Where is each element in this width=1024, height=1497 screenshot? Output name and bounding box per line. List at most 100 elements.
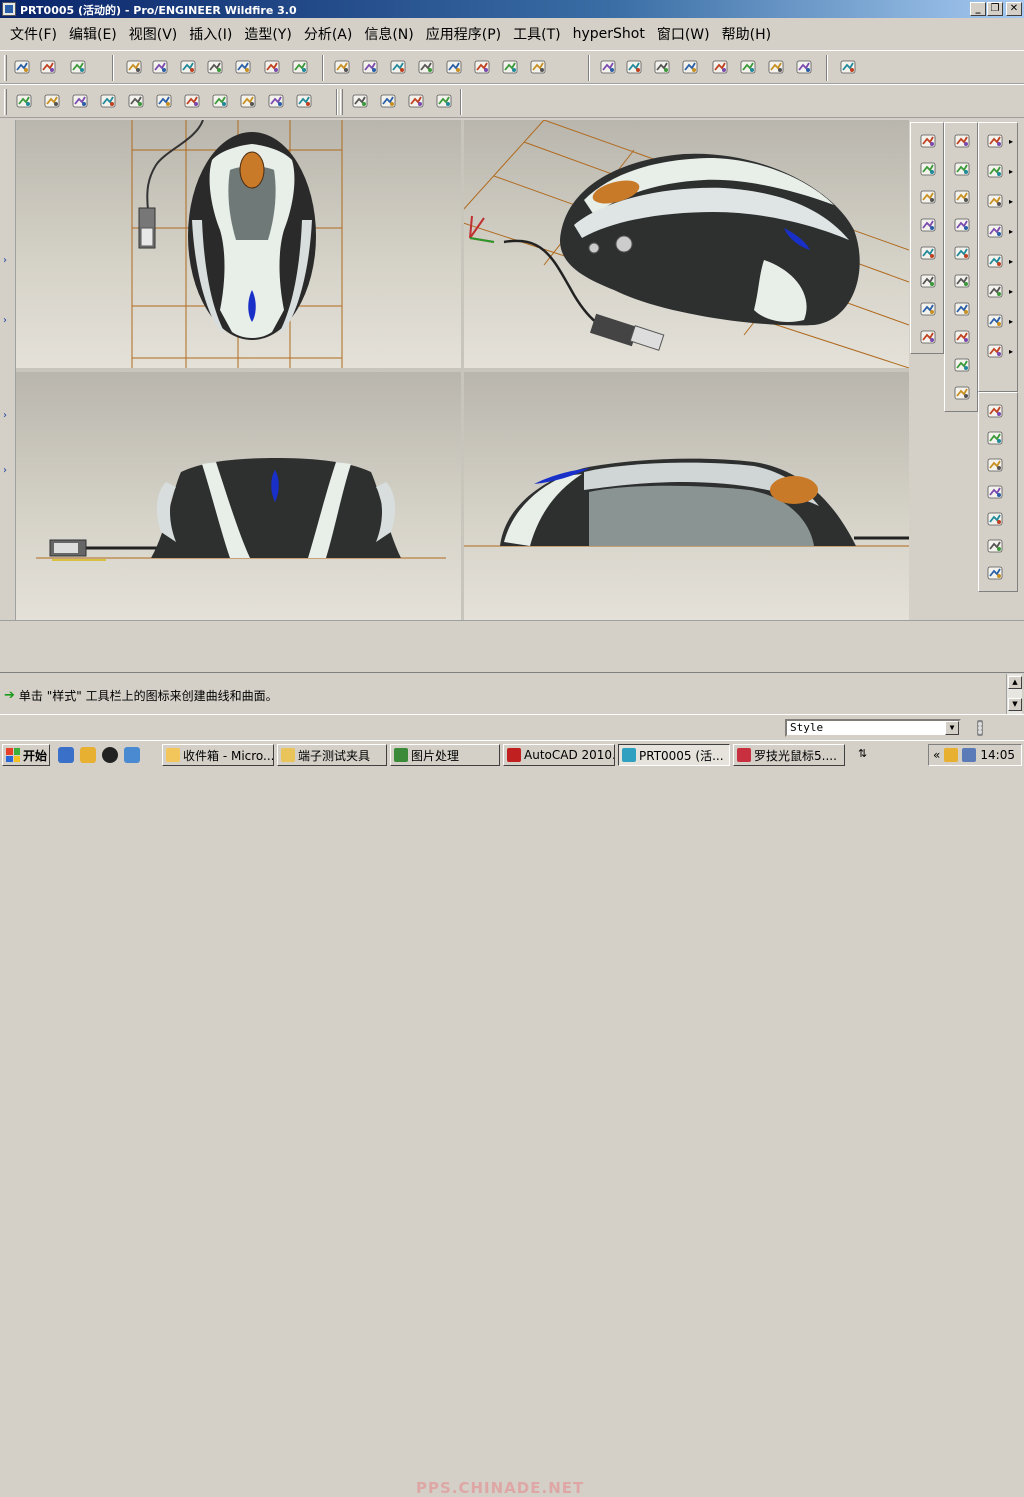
lights-icon[interactable] xyxy=(950,157,974,181)
reflection-icon[interactable] xyxy=(96,89,120,113)
zoom-out-icon[interactable] xyxy=(203,55,227,79)
scene-editor-icon[interactable] xyxy=(950,213,974,237)
select-box-icon[interactable] xyxy=(66,55,90,79)
flyout-arrow-icon[interactable]: ▸ xyxy=(1009,227,1015,236)
scroll-down-icon[interactable]: ▼ xyxy=(1008,698,1022,711)
expand-arrow-icon[interactable]: › xyxy=(3,315,7,326)
surface-analysis-icon[interactable] xyxy=(40,89,64,113)
expand-arrow-icon[interactable]: › xyxy=(3,255,7,266)
expand-arrow-icon[interactable]: › xyxy=(3,410,7,421)
expand-arrow-icon[interactable]: › xyxy=(3,465,7,476)
hide-analysis-icon[interactable] xyxy=(292,89,316,113)
task-button[interactable]: 端子测试夹具 xyxy=(277,744,387,766)
datum-cross-icon[interactable] xyxy=(404,89,428,113)
redo-icon[interactable] xyxy=(442,55,466,79)
connect-icon[interactable] xyxy=(983,453,1007,477)
menu-file[interactable]: 文件(F) xyxy=(4,24,63,44)
appearance-icon[interactable] xyxy=(122,55,146,79)
rename-icon[interactable] xyxy=(916,269,940,293)
menu-insert[interactable]: 插入(I) xyxy=(183,24,238,44)
menu-edit[interactable]: 编辑(E) xyxy=(63,24,123,44)
accept-icon[interactable] xyxy=(498,55,522,79)
flyout-arrow-icon[interactable]: ▸ xyxy=(1009,347,1015,356)
slope-icon[interactable] xyxy=(180,89,204,113)
shading-icon[interactable] xyxy=(678,55,702,79)
quicklaunch-ie-icon[interactable] xyxy=(58,747,74,763)
undo-icon[interactable] xyxy=(414,55,438,79)
refit-icon[interactable] xyxy=(231,55,255,79)
wireframe-icon[interactable] xyxy=(596,55,620,79)
render-setup-icon[interactable] xyxy=(950,297,974,321)
windows-icon[interactable] xyxy=(470,55,494,79)
flyout-arrow-icon[interactable]: ▸ xyxy=(1009,137,1015,146)
delete-analysis-icon[interactable] xyxy=(264,89,288,113)
flyout-arrow-icon[interactable]: ▸ xyxy=(1009,257,1015,266)
spin-center-icon[interactable] xyxy=(260,55,284,79)
hidden-line-icon[interactable] xyxy=(622,55,646,79)
curve-from-surface-icon[interactable] xyxy=(983,534,1007,558)
menu-applications[interactable]: 应用程序(P) xyxy=(420,24,507,44)
curve-analysis-icon[interactable] xyxy=(12,89,36,113)
set-active-plane-icon[interactable] xyxy=(983,159,1007,183)
perspective-icon[interactable] xyxy=(950,241,974,265)
network-icon[interactable] xyxy=(962,748,977,762)
taskbar-grip-icon[interactable]: ⇅ xyxy=(858,747,867,760)
sweep-icon[interactable] xyxy=(983,426,1007,450)
section-analysis-icon[interactable] xyxy=(208,89,232,113)
flyout-arrow-icon[interactable]: ▸ xyxy=(1009,197,1015,206)
selection-filter-select[interactable]: Style ▼ xyxy=(785,719,961,737)
trim-icon[interactable] xyxy=(983,507,1007,531)
navigator-rail[interactable]: › › › › xyxy=(0,120,16,620)
appearance-gallery-icon[interactable] xyxy=(950,129,974,153)
render-window-icon[interactable] xyxy=(950,353,974,377)
menu-style[interactable]: 造型(Y) xyxy=(238,24,297,44)
maximize-button[interactable]: ❐ xyxy=(987,2,1003,16)
view-manager-icon[interactable] xyxy=(288,55,312,79)
task-button-active[interactable]: PRT0005 (活... xyxy=(618,744,730,766)
curvature-icon[interactable] xyxy=(68,89,92,113)
rendering-icon[interactable] xyxy=(950,269,974,293)
regenerate-icon[interactable] xyxy=(10,55,34,79)
new-file-icon[interactable] xyxy=(916,129,940,153)
task-button[interactable]: 图片处理 xyxy=(390,744,500,766)
box-1-icon[interactable] xyxy=(708,55,732,79)
box-3-icon[interactable] xyxy=(764,55,788,79)
viewport-right[interactable] xyxy=(464,372,909,620)
message-scrollbar[interactable]: ▲ ▼ xyxy=(1006,674,1022,714)
tray-app-icon[interactable] xyxy=(944,748,959,762)
plane-icon[interactable] xyxy=(983,480,1007,504)
cancel-icon[interactable] xyxy=(526,55,550,79)
flyout-arrow-icon[interactable]: ▸ xyxy=(1009,287,1015,296)
datum-icon[interactable] xyxy=(386,55,410,79)
decal-icon[interactable] xyxy=(950,325,974,349)
menu-window[interactable]: 窗口(W) xyxy=(651,24,716,44)
curve-edit-icon[interactable] xyxy=(983,249,1007,273)
viewport-front[interactable] xyxy=(16,372,461,620)
menu-analysis[interactable]: 分析(A) xyxy=(298,24,359,44)
room-editor-icon[interactable] xyxy=(950,185,974,209)
select-arrow-icon[interactable] xyxy=(983,129,1007,153)
zoom-in-icon[interactable] xyxy=(176,55,200,79)
grid-toggle-icon[interactable] xyxy=(836,55,860,79)
sketch-plane-icon[interactable] xyxy=(348,89,372,113)
menu-info[interactable]: 信息(N) xyxy=(358,24,419,44)
quicklaunch-browser-icon[interactable] xyxy=(124,747,140,763)
task-button[interactable]: AutoCAD 2010... xyxy=(503,744,615,766)
datum-points-icon[interactable] xyxy=(376,89,400,113)
viewport-iso[interactable] xyxy=(464,120,909,368)
task-button[interactable]: 罗技光鼠标5.... xyxy=(733,744,845,766)
section-curve-icon[interactable] xyxy=(983,279,1007,303)
point-icon[interactable] xyxy=(983,561,1007,585)
viewport-top[interactable] xyxy=(16,120,461,368)
no-hidden-icon[interactable] xyxy=(650,55,674,79)
print-icon[interactable] xyxy=(916,297,940,321)
menu-tools[interactable]: 工具(T) xyxy=(507,24,566,44)
render-region-icon[interactable] xyxy=(950,381,974,405)
flyout-arrow-icon[interactable]: ▸ xyxy=(1009,317,1015,326)
menu-help[interactable]: 帮助(H) xyxy=(716,24,777,44)
close-window-icon[interactable] xyxy=(916,325,940,349)
drop-curve-icon[interactable] xyxy=(983,399,1007,423)
traffic-light-icon[interactable] xyxy=(970,718,990,738)
task-button[interactable]: 收件箱 - Micro... xyxy=(162,744,274,766)
open-file-icon[interactable] xyxy=(916,157,940,181)
